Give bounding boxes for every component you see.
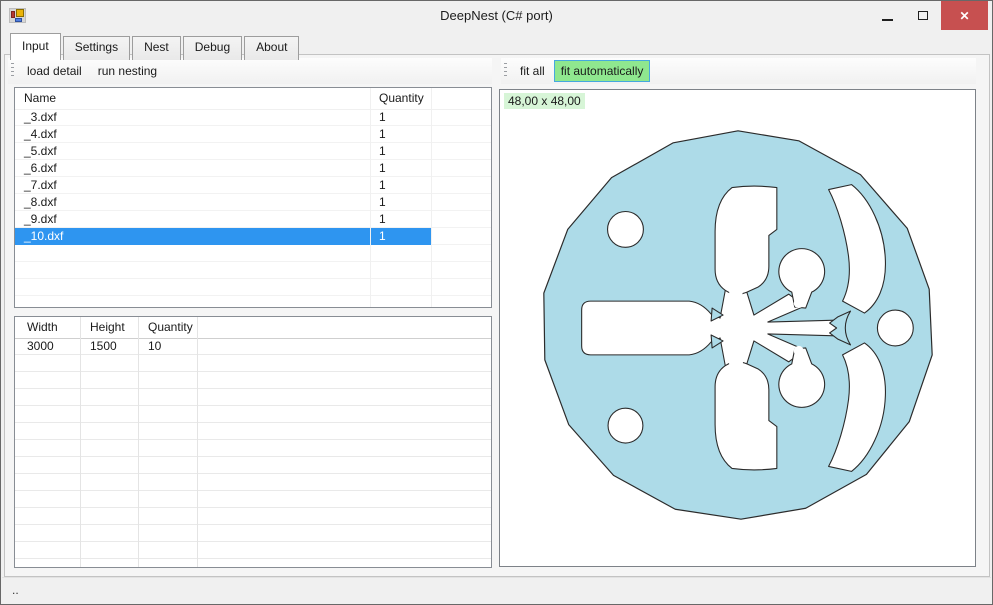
parts-row[interactable]: _6.dxf 1 bbox=[15, 160, 491, 177]
part-name-cell: _9.dxf bbox=[24, 211, 57, 228]
titlebar[interactable]: DeepNest (C# port) ✕ bbox=[1, 1, 992, 31]
parts-row[interactable]: _3.dxf 1 bbox=[15, 109, 491, 126]
status-bar: .. bbox=[2, 577, 991, 603]
status-text: .. bbox=[12, 583, 19, 597]
column-header-height[interactable]: Height bbox=[90, 317, 125, 338]
close-button[interactable]: ✕ bbox=[941, 1, 988, 30]
sheet-row[interactable]: 3000 1500 10 bbox=[15, 338, 491, 355]
sheet-qty-cell: 10 bbox=[148, 338, 161, 355]
part-name-cell: _7.dxf bbox=[24, 177, 57, 194]
part-qty-cell: 1 bbox=[379, 160, 386, 177]
run-nesting-button[interactable]: run nesting bbox=[91, 60, 164, 82]
column-header-quantity[interactable]: Quantity bbox=[379, 88, 424, 109]
fit-automatically-button[interactable]: fit automatically bbox=[554, 60, 651, 82]
load-detail-button[interactable]: load detail bbox=[20, 60, 89, 82]
part-name-cell: _8.dxf bbox=[24, 194, 57, 211]
preview-canvas[interactable]: 48,00 x 48,00 bbox=[499, 89, 976, 567]
part-qty-cell: 1 bbox=[379, 126, 386, 143]
parts-row[interactable]: _7.dxf 1 bbox=[15, 177, 491, 194]
maximize-button[interactable] bbox=[905, 1, 941, 30]
part-qty-cell: 1 bbox=[379, 228, 386, 245]
parts-list-body: _3.dxf1 _4.dxf1 _5.dxf1 _6.dxf1 _7.dxf1 … bbox=[15, 109, 491, 307]
left-toolbar: load detail run nesting bbox=[8, 58, 492, 84]
app-window: DeepNest (C# port) ✕ Input Settings Nest… bbox=[0, 0, 993, 605]
part-name-cell: _5.dxf bbox=[24, 143, 57, 160]
column-header-width[interactable]: Width bbox=[27, 317, 58, 338]
parts-row[interactable]: _5.dxf 1 bbox=[15, 143, 491, 160]
tab-settings[interactable]: Settings bbox=[63, 36, 130, 60]
sheets-table-header: Width Height Quantity bbox=[15, 317, 491, 339]
sheets-table-body: 3000 1500 10 bbox=[15, 338, 491, 567]
tab-strip: Input Settings Nest Debug About bbox=[10, 33, 301, 60]
part-qty-cell: 1 bbox=[379, 194, 386, 211]
window-title: DeepNest (C# port) bbox=[1, 1, 992, 31]
fit-all-button[interactable]: fit all bbox=[513, 60, 552, 82]
close-icon: ✕ bbox=[959, 9, 969, 23]
parts-list: Name Quantity _3.dxf 1 _4.dxf 1 _5.dxf 1 _6… bbox=[14, 87, 492, 308]
part-name-cell: _6.dxf bbox=[24, 160, 57, 177]
bolt-hole-bottom-left bbox=[608, 408, 643, 443]
parts-row[interactable]: _9.dxf 1 bbox=[15, 211, 491, 228]
part-qty-cell: 1 bbox=[379, 211, 386, 228]
sheet-size-label: 48,00 x 48,00 bbox=[504, 93, 585, 109]
part-qty-cell: 1 bbox=[379, 177, 386, 194]
tab-about[interactable]: About bbox=[244, 36, 299, 60]
tab-nest[interactable]: Nest bbox=[132, 36, 181, 60]
column-header-name[interactable]: Name bbox=[24, 88, 56, 109]
part-name-cell: _4.dxf bbox=[24, 126, 57, 143]
right-toolbar: fit all fit automatically bbox=[501, 58, 976, 84]
parts-row-selected[interactable]: _10.dxf 1 bbox=[15, 228, 431, 245]
parts-list-header: Name Quantity bbox=[15, 88, 491, 110]
minimize-button[interactable] bbox=[869, 1, 905, 30]
bolt-hole-top-left bbox=[608, 211, 644, 247]
maximize-icon bbox=[918, 11, 928, 20]
parts-row[interactable]: _4.dxf 1 bbox=[15, 126, 491, 143]
column-gridline bbox=[370, 88, 371, 307]
sheets-table: Width Height Quantity 3000 1500 10 bbox=[14, 316, 492, 568]
column-header-quantity[interactable]: Quantity bbox=[148, 317, 193, 338]
column-gridline bbox=[197, 317, 198, 567]
part-qty-cell: 1 bbox=[379, 143, 386, 160]
part-name-cell: _3.dxf bbox=[24, 109, 57, 126]
minimize-icon bbox=[882, 19, 893, 21]
parts-row[interactable]: _8.dxf 1 bbox=[15, 194, 491, 211]
tab-debug[interactable]: Debug bbox=[183, 36, 242, 60]
column-gridline bbox=[80, 317, 81, 567]
sheet-width-cell: 3000 bbox=[27, 338, 54, 355]
bolt-hole-right bbox=[877, 310, 913, 346]
sheet-height-cell: 1500 bbox=[90, 338, 117, 355]
tab-input[interactable]: Input bbox=[10, 33, 61, 60]
part-name-cell: _10.dxf bbox=[24, 228, 63, 245]
column-gridline bbox=[431, 88, 432, 307]
part-qty-cell: 1 bbox=[379, 109, 386, 126]
toolbar-grip[interactable] bbox=[504, 63, 507, 79]
part-preview-drawing bbox=[500, 90, 975, 566]
column-gridline bbox=[138, 317, 139, 567]
toolbar-grip[interactable] bbox=[11, 63, 14, 79]
